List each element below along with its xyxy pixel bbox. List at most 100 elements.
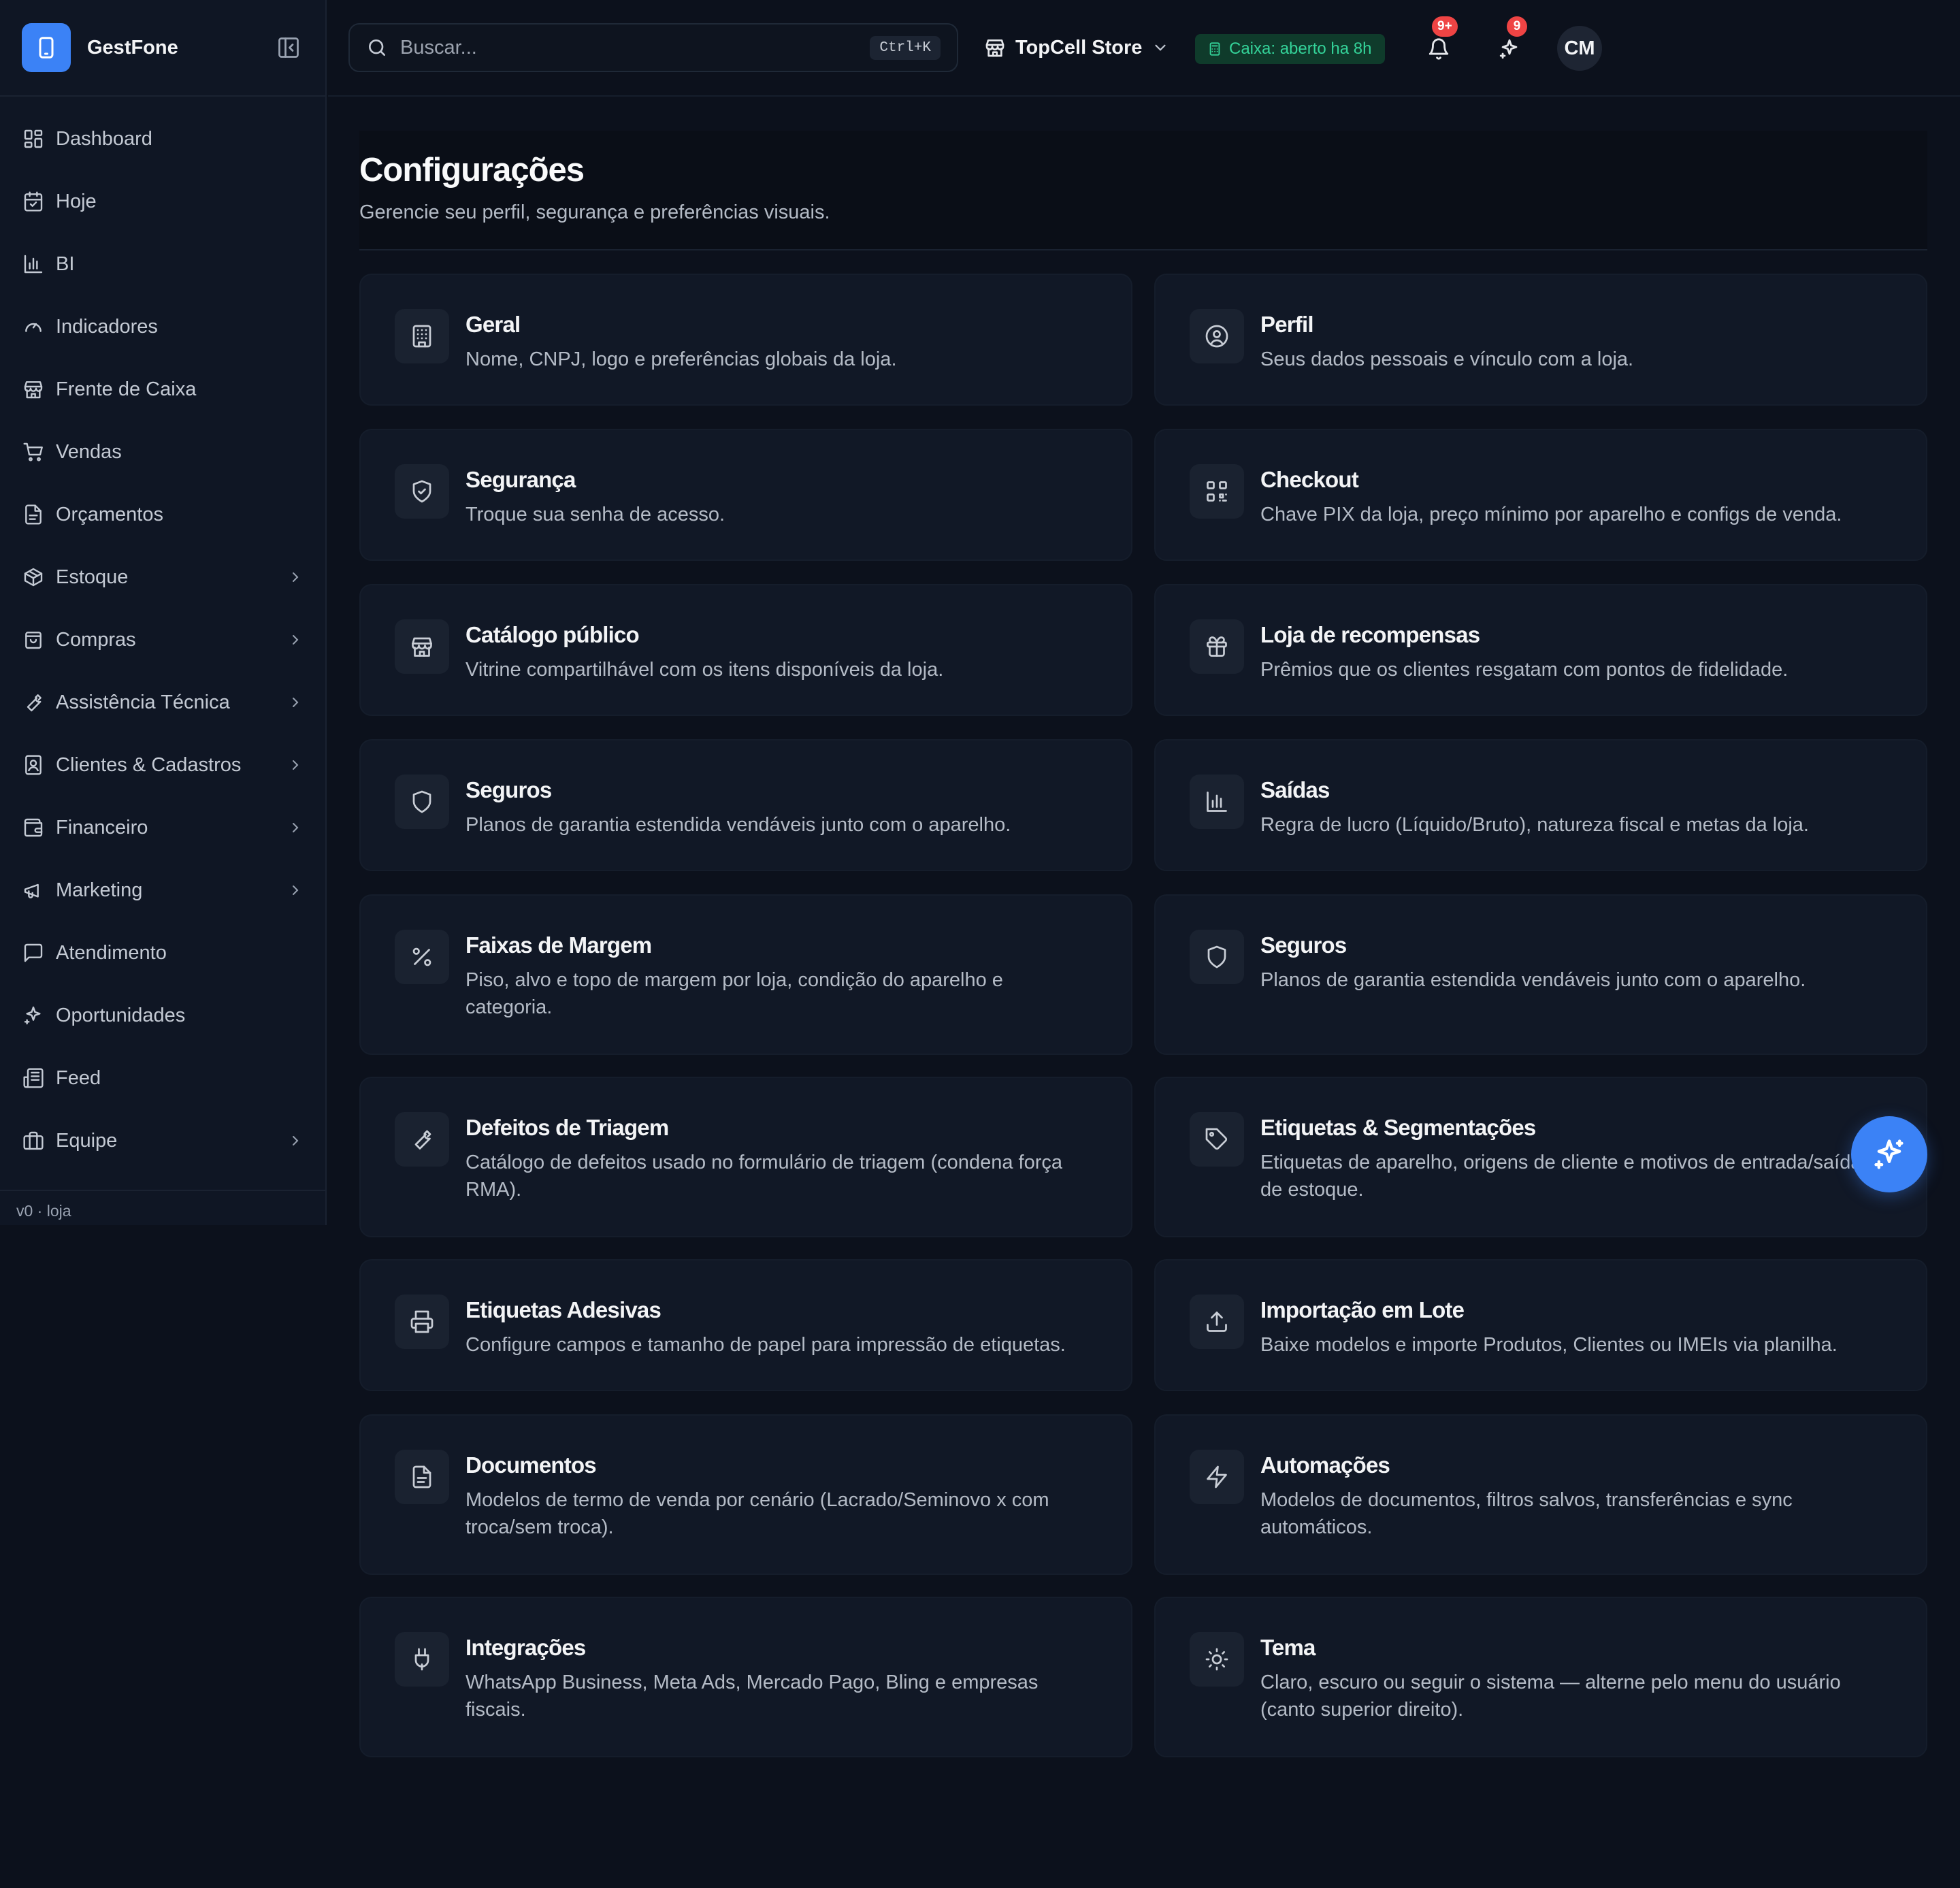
card-title: Tema [1260,1635,1316,1660]
sidebar-item-label: Compras [56,628,136,651]
sidebar-item-label: Estoque [56,566,129,588]
user-circle-icon [1190,309,1244,363]
settings-card[interactable]: Etiquetas & Segmentações Etiquetas de apa… [1154,1077,1927,1237]
card-title: Importação em Lote [1260,1297,1465,1322]
search-box[interactable]: Ctrl+K [348,23,958,72]
settings-card[interactable]: Integrações WhatsApp Business, Meta Ads, … [359,1597,1132,1757]
settings-card[interactable]: Automações Modelos de documentos, filtros… [1154,1414,1927,1575]
bar-chart-icon [22,253,45,276]
topbar: Ctrl+K TopCell Store Caixa: aberto ha 8h… [328,0,1960,97]
sidebar-item-label: Marketing [56,879,143,901]
ai-assistant-fab[interactable] [1851,1116,1927,1192]
sidebar-item-dashboard[interactable]: Dashboard [0,108,325,170]
sidebar-item-label: Equipe [56,1129,118,1152]
ai-assistant-button[interactable]: 9 [1490,16,1529,68]
sidebar-item-vendas[interactable]: Vendas [0,421,325,483]
settings-card[interactable]: Saídas Regra de lucro (Líquido/Bruto), na… [1154,739,1927,871]
megaphone-icon [22,879,45,902]
settings-card[interactable]: Loja de recompensas Prêmios que os client… [1154,584,1927,716]
sidebar-item-oportunidades[interactable]: Oportunidades [0,984,325,1047]
card-title: Seguros [1260,932,1347,958]
sidebar-item-label: Indicadores [56,315,158,338]
settings-card[interactable]: Seguros Planos de garantia estendida vend… [359,739,1132,871]
notifications-button[interactable]: 9+ [1420,16,1458,68]
card-description: Prêmios que os clientes resgatam com pon… [1260,659,1788,681]
card-title: Checkout [1260,467,1359,492]
sidebar-item-label: Oportunidades [56,1004,186,1026]
card-description: Piso, alvo e topo de margem por loja, co… [466,969,1003,1018]
settings-card[interactable]: Tema Claro, escuro ou seguir o sistema — … [1154,1597,1927,1757]
card-description: Planos de garantia estendida vendáveis j… [466,814,1011,836]
sidebar-item-label: BI [56,253,75,275]
card-description: Planos de garantia estendida vendáveis j… [1260,969,1806,991]
chevron-right-icon [287,632,304,648]
card-description: Seus dados pessoais e vínculo com a loja… [1260,348,1634,370]
card-description: Chave PIX da loja, preço mínimo por apar… [1260,504,1842,525]
settings-card[interactable]: Perfil Seus dados pessoais e vínculo com … [1154,274,1927,406]
search-input[interactable] [400,36,870,59]
sidebar-item-hoje[interactable]: Hoje [0,170,325,233]
sidebar-collapse-icon[interactable] [274,33,304,63]
sidebar-item-financeiro[interactable]: Financeiro [0,796,325,859]
sidebar-item-equipe[interactable]: Equipe [0,1109,325,1172]
chevron-right-icon [287,757,304,773]
card-description: WhatsApp Business, Meta Ads, Mercado Pag… [466,1672,1039,1721]
sidebar-item-frente-de-caixa[interactable]: Frente de Caixa [0,358,325,421]
settings-card[interactable]: Defeitos de Triagem Catálogo de defeitos … [359,1077,1132,1237]
sidebar-item-marketing[interactable]: Marketing [0,859,325,922]
settings-card[interactable]: Geral Nome, CNPJ, logo e preferências glo… [359,274,1132,406]
sidebar-item-indicadores[interactable]: Indicadores [0,295,325,358]
sidebar-item-compras[interactable]: Compras [0,608,325,671]
sidebar-item-atendimento[interactable]: Atendimento [0,922,325,984]
settings-card[interactable]: Documentos Modelos de termo de venda por … [359,1414,1132,1575]
wallet-icon [22,816,45,839]
cash-register-status[interactable]: Caixa: aberto ha 8h [1195,34,1386,64]
sidebar-item-feed[interactable]: Feed [0,1047,325,1109]
settings-card[interactable]: Seguros Planos de garantia estendida vend… [1154,894,1927,1055]
avatar[interactable]: CM [1557,26,1602,71]
settings-card[interactable]: Segurança Troque sua senha de acesso. [359,429,1132,561]
cash-register-label: Caixa: aberto ha 8h [1229,39,1372,58]
settings-card[interactable]: Faixas de Margem Piso, alvo e topo de mar… [359,894,1132,1055]
calendar-icon [22,190,45,213]
sidebar-item-bi[interactable]: BI [0,233,325,295]
gift-icon [1190,619,1244,674]
card-title: Integrações [466,1635,586,1660]
store-icon [22,378,45,401]
card-description: Vitrine compartilhável com os itens disp… [466,659,944,681]
sidebar-item-label: Vendas [56,440,122,463]
store-icon [984,37,1006,59]
shield-icon [1190,930,1244,984]
sidebar-item-estoque[interactable]: Estoque [0,546,325,608]
card-title: Perfil [1260,312,1314,337]
sidebar-item-clientes-cadastros[interactable]: Clientes & Cadastros [0,734,325,796]
page-subtitle: Gerencie seu perfil, segurança e preferê… [359,201,830,223]
settings-card[interactable]: Etiquetas Adesivas Configure campos e tam… [359,1259,1132,1391]
card-description: Modelos de documentos, filtros salvos, t… [1260,1489,1793,1538]
card-description: Nome, CNPJ, logo e preferências globais … [466,348,897,370]
phone-logo-icon[interactable] [22,23,71,72]
shield-check-icon [395,464,449,519]
zap-icon [1190,1450,1244,1504]
store-selector[interactable]: TopCell Store [984,31,1169,64]
settings-card[interactable]: Importação em Lote Baixe modelos e import… [1154,1259,1927,1391]
settings-card[interactable]: Checkout Chave PIX da loja, preço mínimo … [1154,429,1927,561]
settings-card[interactable]: Catálogo público Vitrine compartilhável c… [359,584,1132,716]
card-title: Automações [1260,1452,1390,1478]
chevron-right-icon [287,882,304,898]
card-description: Configure campos e tamanho de papel para… [466,1334,1066,1356]
dashboard-icon [22,127,45,150]
sparkles-icon [1874,1139,1904,1169]
sidebar-item-assistencia-tecnica[interactable]: Assistência Técnica [0,671,325,734]
qr-code-icon [1190,464,1244,519]
version-label: v0 · loja [16,1202,71,1220]
sidebar-item-label: Atendimento [56,941,167,964]
sidebar-item-orcamentos[interactable]: Orçamentos [0,483,325,546]
upload-icon [1190,1295,1244,1349]
sidebar-nav: Dashboard Hoje BI Indicadores Frente de Caix… [0,97,325,1172]
card-description: Regra de lucro (Líquido/Bruto), natureza… [1260,814,1809,836]
card-description: Catálogo de defeitos usado no formulário… [466,1152,1062,1201]
wrench-icon [395,1112,449,1167]
document-icon [395,1450,449,1504]
brand: GestFone [0,0,325,97]
